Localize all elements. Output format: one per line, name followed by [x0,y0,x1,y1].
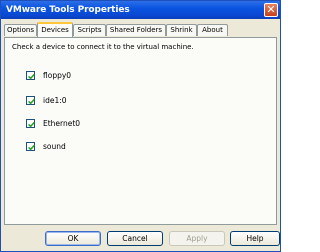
checkmark-icon [28,121,35,128]
window-title: VMware Tools Properties [6,5,130,15]
sound-label: sound [43,142,66,151]
devices-description: Check a device to connect it to the virt… [12,43,194,51]
devices-panel: Check a device to connect it to the virt… [4,37,277,225]
tab-shrink[interactable]: Shrink [166,24,197,36]
ok-button[interactable]: OK [45,231,101,246]
close-icon: ✕ [266,3,276,16]
vmware-tools-properties-dialog: VMware Tools Properties ✕ Options Device… [0,0,281,252]
ide1-0-label: ide1:0 [43,96,67,105]
close-button[interactable]: ✕ [264,3,278,17]
tab-about[interactable]: About [197,24,228,36]
apply-button[interactable]: Apply [169,231,225,246]
tab-devices[interactable]: Devices [37,22,73,37]
tab-shared-folders[interactable]: Shared Folders [106,24,166,36]
sound-checkbox[interactable] [26,142,35,151]
checkmark-icon [28,98,35,105]
ethernet0-checkbox[interactable] [26,119,35,128]
title-bar[interactable]: VMware Tools Properties ✕ [1,1,280,19]
checkmark-icon [28,73,35,80]
ide1-0-checkbox[interactable] [26,96,35,105]
ethernet0-label: Ethernet0 [43,119,81,128]
help-button[interactable]: Help [230,231,280,246]
floppy0-checkbox[interactable] [26,71,35,80]
tab-options[interactable]: Options [4,24,37,36]
cancel-button[interactable]: Cancel [107,231,163,246]
checkmark-icon [28,144,35,151]
floppy0-label: floppy0 [43,71,72,80]
tab-scripts[interactable]: Scripts [73,24,106,36]
